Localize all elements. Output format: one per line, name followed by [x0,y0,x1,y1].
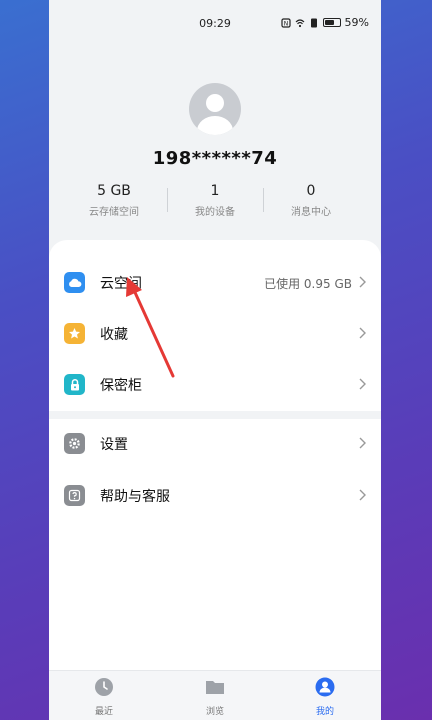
menu-item-label: 帮助与客服 [100,489,170,505]
lock-icon [64,374,85,395]
battery-icon [322,18,341,27]
svg-text:N: N [283,20,288,27]
menu-item-help[interactable]: 帮助与客服 [49,470,381,520]
menu-card: 云空间 已使用 0.95 GB 收藏 保密柜 设置 帮助与客服 [49,240,381,670]
menu-item-label: 云空间 [100,276,142,292]
phone-screen: 09:29 N 59% 198******74 5 GB 云存储空间 1 我的设… [49,0,381,720]
stat-devices[interactable]: 1 我的设备 [165,183,265,218]
menu-item-label: 设置 [100,437,128,453]
tab-mine[interactable]: 我的 [295,677,355,717]
stat-devices-label: 我的设备 [195,207,235,218]
tab-label: 最近 [94,707,113,717]
avatar[interactable] [189,83,241,135]
storage-used-text: 已使用 0.95 GB [264,277,352,291]
menu-item-safe-box[interactable]: 保密柜 [49,359,381,409]
clock-icon [95,678,113,696]
chevron-right-icon [359,489,366,501]
stat-devices-value: 1 [210,183,220,199]
menu-item-cloud-space[interactable]: 云空间 已使用 0.95 GB [49,257,381,307]
stat-storage-value: 5 GB [97,183,131,199]
tab-label: 浏览 [205,707,224,717]
status-icons: N 59% [280,16,369,29]
folder-icon [206,681,224,694]
tab-recent[interactable]: 最近 [74,677,134,717]
chevron-right-icon [359,437,366,449]
stat-storage-label: 云存储空间 [89,207,139,218]
menu-item-label: 收藏 [100,327,128,343]
stat-messages-value: 0 [306,183,316,199]
stat-messages[interactable]: 0 消息中心 [261,183,361,218]
menu-item-favorites[interactable]: 收藏 [49,308,381,358]
cloud-icon [64,272,85,293]
nfc-icon: N [280,17,291,28]
stat-storage[interactable]: 5 GB 云存储空间 [64,183,164,218]
chevron-right-icon [359,276,366,288]
username: 198******74 [152,148,278,169]
stat-messages-label: 消息中心 [291,207,331,218]
chevron-right-icon [359,378,366,390]
gear-icon [64,433,85,454]
tab-browse[interactable]: 浏览 [185,677,245,717]
menu-item-settings[interactable]: 设置 [49,418,381,468]
battery-percent: 59% [344,16,369,29]
chevron-right-icon [359,327,366,339]
menu-item-label: 保密柜 [100,378,142,394]
profile-icon [315,677,335,697]
status-bar: 09:29 N 59% [49,0,381,46]
help-icon [64,485,85,506]
account-stats: 5 GB 云存储空间 1 我的设备 0 消息中心 [49,183,381,223]
tab-label: 我的 [315,707,334,717]
wifi-icon [295,18,304,27]
sim-icon [310,18,317,27]
bottom-tab-bar: 最近 浏览 我的 [49,670,381,720]
star-icon [64,323,85,344]
